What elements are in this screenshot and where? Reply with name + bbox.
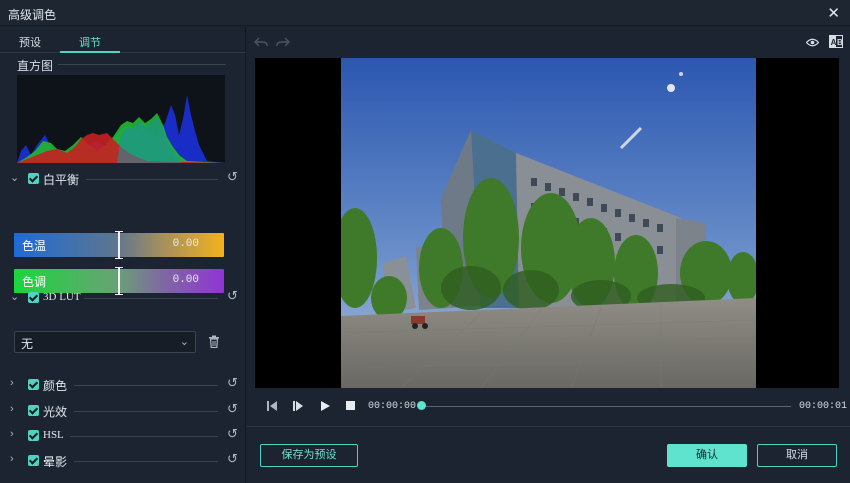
ab-compare-icon[interactable]: A B [829,35,843,48]
next-frame-icon[interactable] [293,399,304,413]
timeline-track[interactable] [419,406,791,407]
reset-icon[interactable]: ↺ [227,451,238,467]
lut-section: ⌄ 3D LUT ↺ [0,288,246,308]
undo-icon[interactable] [254,37,268,48]
video-preview [255,58,839,388]
chevron-down-icon[interactable]: ⌄ [10,171,19,184]
white-balance-label: 白平衡 [43,173,80,187]
divider [86,179,218,180]
divider [70,436,218,437]
light-checkbox[interactable] [28,405,39,416]
tab-bar: 预设 调节 [0,35,246,53]
hsl-section: › HSL ↺ [0,426,246,446]
histogram-title: 直方图 [17,59,54,73]
title-bar: 高级调色 ✕ [0,0,850,26]
reset-icon[interactable]: ↺ [227,401,238,417]
current-time: 00:00:00 [368,401,417,412]
vignette-checkbox[interactable] [28,455,39,466]
vignette-section: › 晕影 ↺ [0,451,246,471]
chevron-right-icon[interactable]: › [10,453,14,465]
lut-selected-value: 无 [21,337,34,351]
preview-panel: A B 00:00:00 00:00:01 保存为预设 确认 取消 [247,27,850,483]
trash-icon[interactable] [208,335,220,348]
reset-icon[interactable]: ↺ [227,375,238,391]
confirm-button[interactable]: 确认 [667,444,747,467]
divider [58,64,226,65]
lut-dropdown[interactable]: 无 ⌄ [14,331,196,353]
chevron-right-icon[interactable]: › [10,403,14,415]
divider [74,385,218,386]
chevron-down-icon: ⌄ [179,336,189,348]
light-section: › 光效 ↺ [0,401,246,421]
divider [84,298,218,299]
divider [74,461,218,462]
chevron-down-icon[interactable]: ⌄ [10,290,19,303]
play-icon[interactable] [320,399,331,413]
color-section: › 颜色 ↺ [0,375,246,395]
chevron-right-icon[interactable]: › [10,377,14,389]
preview-image [341,58,756,388]
svg-text:A: A [831,38,837,47]
color-label: 颜色 [43,379,68,393]
hsl-label: HSL [43,429,64,441]
tab-adjust[interactable]: 调节 [60,35,120,53]
reset-icon[interactable]: ↺ [227,169,238,185]
chevron-right-icon[interactable]: › [10,428,14,440]
adjust-panel: 预设 调节 直方图 ⌄ 白平衡 ↺ 色温 0.00 色调 0.00 ⌄ 3D L… [0,27,246,483]
white-balance-checkbox[interactable] [28,173,39,184]
window-title: 高级调色 [8,8,57,22]
vignette-label: 晕影 [43,455,68,469]
histogram [17,75,225,163]
reset-icon[interactable]: ↺ [227,426,238,442]
prev-frame-icon[interactable] [267,399,278,413]
lut-checkbox[interactable] [28,292,39,303]
tab-presets[interactable]: 预设 [0,35,60,53]
svg-text:B: B [837,38,843,47]
light-label: 光效 [43,405,68,419]
save-preset-button[interactable]: 保存为预设 [260,444,358,467]
temperature-slider[interactable]: 色温 0.00 [14,231,224,259]
divider [247,426,850,427]
color-checkbox[interactable] [28,379,39,390]
temperature-label: 色温 [22,239,47,253]
lut-label: 3D LUT [43,291,81,303]
redo-icon[interactable] [276,37,290,48]
cancel-button[interactable]: 取消 [757,444,837,467]
temperature-thumb[interactable] [115,231,123,259]
close-icon[interactable]: ✕ [827,4,840,22]
temperature-value: 0.00 [172,238,199,250]
white-balance-section: ⌄ 白平衡 ↺ [0,169,246,189]
stop-icon[interactable] [346,399,356,413]
reset-icon[interactable]: ↺ [227,288,238,304]
tint-value: 0.00 [172,274,199,286]
hsl-checkbox[interactable] [28,430,39,441]
timeline-playhead[interactable] [417,401,426,410]
divider [74,411,218,412]
eye-icon[interactable] [806,38,819,47]
total-time: 00:00:01 [799,401,848,412]
